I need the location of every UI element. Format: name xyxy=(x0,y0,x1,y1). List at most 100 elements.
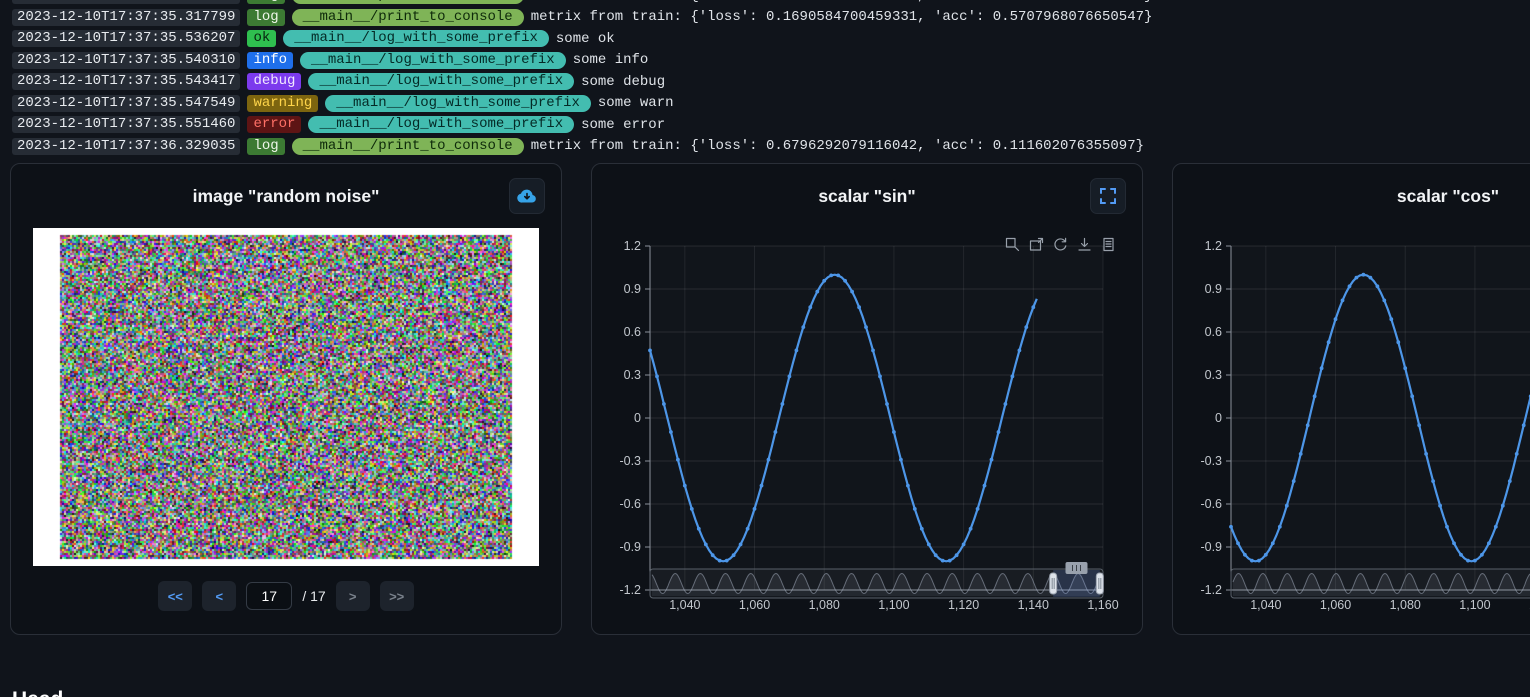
log-message: some warn xyxy=(598,95,674,111)
svg-text:1,040: 1,040 xyxy=(1250,598,1281,612)
svg-text:-1.2: -1.2 xyxy=(619,583,641,597)
log-row: 2023-12-10T17:37:35.543417 debug __main_… xyxy=(12,71,1518,93)
log-message: metrix from train: {'loss': 0.1690584700… xyxy=(531,9,1153,25)
cos-scalar-card: scalar "cos" 1.2 0.9 0.6 0.3 0 -0.3 -0.6 -0.9 -1… xyxy=(1172,163,1530,635)
cards-row: image "random noise" << < / 17 > >> scal… xyxy=(0,157,1530,641)
svg-text:1,080: 1,080 xyxy=(1390,598,1421,612)
log-level-badge: warning xyxy=(247,95,318,112)
log-row: 2023-12-10T17:37:35.547549 warning __mai… xyxy=(12,93,1518,115)
log-module-pill: __main__/print_to_console xyxy=(292,9,524,26)
save-image-icon[interactable] xyxy=(1077,237,1092,252)
log-module-pill: __main__/log_with_some_prefix xyxy=(308,73,574,90)
log-level-badge: ok xyxy=(247,30,276,47)
svg-text:0.3: 0.3 xyxy=(1205,368,1222,382)
svg-text:0.9: 0.9 xyxy=(1205,282,1222,296)
svg-text:-0.6: -0.6 xyxy=(619,497,641,511)
sin-chart-canvas[interactable]: 1.20.90.60.30-0.3-0.6-0.9-1.21,0401,0601… xyxy=(606,228,1130,624)
svg-text:1,100: 1,100 xyxy=(1459,598,1490,612)
log-timestamp: 2023-12-10T17:37:36.329035 xyxy=(12,138,240,155)
fullscreen-icon xyxy=(1099,187,1117,205)
log-message: metrix from train: {'loss': 0.6796292079… xyxy=(531,138,1144,154)
log-panel: 2023-12-10T17:37:35.317799 log __main__/… xyxy=(0,0,1530,157)
svg-text:1,040: 1,040 xyxy=(669,598,700,612)
svg-text:-1.2: -1.2 xyxy=(1200,583,1222,597)
zoom-reset-icon[interactable] xyxy=(1029,237,1044,252)
data-view-icon[interactable] xyxy=(1101,237,1116,252)
card-title: image "random noise" xyxy=(193,186,380,207)
svg-text:-0.9: -0.9 xyxy=(1200,540,1222,554)
save-image-button[interactable] xyxy=(509,178,545,214)
card-title: scalar "sin" xyxy=(818,186,915,207)
last-page-button[interactable]: >> xyxy=(380,581,414,611)
svg-text:0.3: 0.3 xyxy=(624,368,641,382)
log-level-badge: error xyxy=(247,116,301,133)
prev-page-button[interactable]: < xyxy=(202,581,236,611)
log-timestamp: 2023-12-10T17:37:35.540310 xyxy=(12,52,240,69)
svg-text:0: 0 xyxy=(634,411,641,425)
first-page-button[interactable]: << xyxy=(158,581,192,611)
log-module-pill: __main__/log_with_some_prefix xyxy=(325,95,591,112)
log-module-pill: __main__/log_with_some_prefix xyxy=(308,116,574,133)
svg-text:1.2: 1.2 xyxy=(1205,239,1222,253)
log-message: metrix from train: {'loss': 0.1690584700… xyxy=(531,0,1153,4)
log-level-badge: debug xyxy=(247,73,301,90)
log-row: 2023-12-10T17:37:35.540310 info __main__… xyxy=(12,50,1518,72)
next-page-button[interactable]: > xyxy=(336,581,370,611)
log-row: 2023-12-10T17:37:35.536207 ok __main__/l… xyxy=(12,28,1518,50)
log-message: some debug xyxy=(581,74,665,90)
svg-text:-0.9: -0.9 xyxy=(619,540,641,554)
svg-text:1.2: 1.2 xyxy=(624,239,641,253)
svg-text:1,080: 1,080 xyxy=(809,598,840,612)
cloud-download-icon xyxy=(516,187,538,205)
svg-text:0.6: 0.6 xyxy=(624,325,641,339)
svg-text:0.9: 0.9 xyxy=(624,282,641,296)
card-header: image "random noise" xyxy=(11,164,561,228)
log-row: 2023-12-10T17:37:36.329035 log __main__/… xyxy=(12,136,1518,158)
svg-text:1,060: 1,060 xyxy=(739,598,770,612)
log-module-pill: __main__/print_to_console xyxy=(292,0,524,4)
image-card: image "random noise" << < / 17 > >> xyxy=(10,163,562,635)
chart-area[interactable]: 1.2 0.9 0.6 0.3 0 -0.3 -0.6 -0.9 -1.2 1,040 1,060 1… xyxy=(1173,228,1530,629)
log-timestamp: 2023-12-10T17:37:35.317799 xyxy=(12,0,240,4)
sin-scalar-card: scalar "sin" 1.20.90.60.30-0.3-0.6-0.9-1… xyxy=(591,163,1143,635)
log-module-pill: __main__/log_with_some_prefix xyxy=(283,30,549,47)
svg-text:1,120: 1,120 xyxy=(948,598,979,612)
log-rows: 2023-12-10T17:37:35.317799 log __main__/… xyxy=(12,0,1518,157)
log-module-pill: __main__/log_with_some_prefix xyxy=(300,52,566,69)
datazoom-handle xyxy=(1050,573,1057,594)
log-timestamp: 2023-12-10T17:37:35.551460 xyxy=(12,116,240,133)
page-number-input[interactable] xyxy=(246,582,292,610)
svg-text:1,140: 1,140 xyxy=(1018,598,1049,612)
section-heading: Head xyxy=(12,688,1530,697)
svg-text:-0.3: -0.3 xyxy=(1200,454,1222,468)
page-total-label: / 17 xyxy=(302,588,325,604)
log-row: 2023-12-10T17:37:35.317799 log __main__/… xyxy=(12,7,1518,29)
cos-chart-canvas[interactable]: 1.2 0.9 0.6 0.3 0 -0.3 -0.6 -0.9 -1.2 1,040 1,060 1… xyxy=(1187,228,1530,624)
noise-figure xyxy=(33,228,539,566)
noise-image xyxy=(33,228,539,566)
log-level-badge: log xyxy=(247,0,284,4)
log-row: 2023-12-10T17:37:35.551460 error __main_… xyxy=(12,114,1518,136)
chart-area[interactable]: 1.20.90.60.30-0.3-0.6-0.9-1.21,0401,0601… xyxy=(592,228,1142,629)
svg-text:-0.6: -0.6 xyxy=(1200,497,1222,511)
log-timestamp: 2023-12-10T17:37:35.536207 xyxy=(12,30,240,47)
card-header: scalar "sin" xyxy=(592,164,1142,228)
svg-text:0.6: 0.6 xyxy=(1205,325,1222,339)
svg-text:1,100: 1,100 xyxy=(878,598,909,612)
log-timestamp: 2023-12-10T17:37:35.547549 xyxy=(12,95,240,112)
log-timestamp: 2023-12-10T17:37:35.543417 xyxy=(12,73,240,90)
svg-text:0: 0 xyxy=(1215,411,1222,425)
log-level-badge: log xyxy=(247,9,284,26)
log-message: some error xyxy=(581,117,665,133)
svg-text:1,160: 1,160 xyxy=(1087,598,1118,612)
log-module-pill: __main__/print_to_console xyxy=(292,138,524,155)
log-level-badge: log xyxy=(247,138,284,155)
log-message: some info xyxy=(573,52,649,68)
card-header: scalar "cos" xyxy=(1173,164,1530,228)
log-message: some ok xyxy=(556,31,615,47)
svg-text:1,060: 1,060 xyxy=(1320,598,1351,612)
log-level-badge: info xyxy=(247,52,293,69)
fullscreen-button[interactable] xyxy=(1090,178,1126,214)
restore-icon[interactable] xyxy=(1053,237,1068,252)
box-zoom-icon[interactable] xyxy=(1005,237,1020,252)
